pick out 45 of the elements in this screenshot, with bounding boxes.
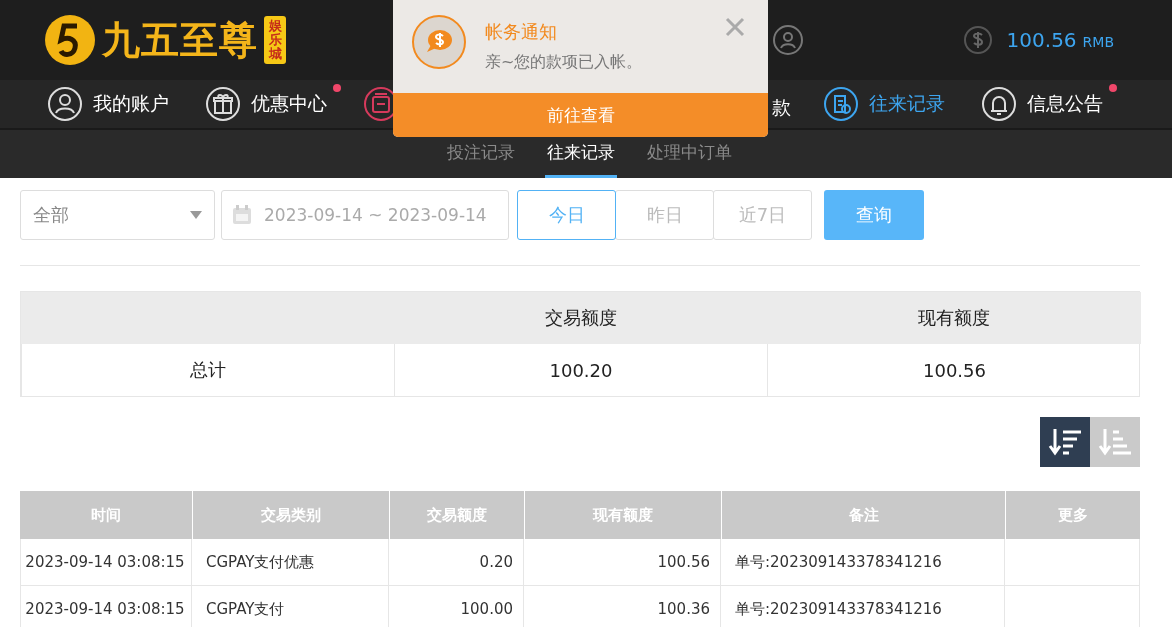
column-header: 交易额度 [394, 292, 767, 344]
table-cell: 100.56 [524, 539, 721, 586]
nav-item[interactable]: 往来记录 [823, 86, 945, 122]
user-icon [772, 25, 803, 55]
document-icon [823, 86, 859, 122]
view-button[interactable]: 前往查看 [393, 93, 768, 137]
sort-button[interactable] [1040, 417, 1090, 467]
money-message-icon [411, 14, 467, 70]
date-preset-button[interactable]: 今日 [517, 190, 616, 240]
caret-icon [190, 211, 202, 219]
table-cell: 2023-09-14 03:08:15 [20, 539, 192, 586]
logo-icon [44, 14, 96, 66]
gift-icon [205, 86, 241, 122]
table-cell: 2023-09-14 03:08:15 [20, 586, 192, 627]
table-cell: CGPAY支付 [192, 586, 389, 627]
query-button[interactable]: 查询 [824, 190, 924, 240]
logo-badge: 娱乐城 [264, 15, 286, 65]
column-header: 现有额度 [767, 292, 1141, 344]
bell-icon [981, 86, 1017, 122]
table-cell: 100.00 [389, 586, 524, 627]
table-cell: 单号:202309143378341216 [721, 539, 1005, 586]
nav-item[interactable]: 我的账户 [47, 86, 169, 122]
currency-label: RMB [1082, 34, 1114, 50]
user-icon [47, 86, 83, 122]
dollar-icon [962, 25, 993, 55]
table-cell: 100.36 [524, 586, 721, 627]
nav-item[interactable]: 信息公告 [981, 86, 1103, 122]
table-cell: 100.56 [767, 344, 1141, 396]
date-range-field[interactable]: 2023-09-14 ~ 2023-09-14 [221, 190, 509, 240]
nav-item[interactable]: 优惠中心 [205, 86, 327, 122]
balance-amount: 100.56 [1006, 28, 1077, 52]
table-cell: 单号:202309143378341216 [721, 586, 1005, 627]
table-cell: 100.20 [394, 344, 767, 396]
logo-title: 九五至尊 [102, 15, 258, 64]
table-cell: 总计 [21, 344, 394, 396]
notification-message: 亲~您的款项已入帐。 [485, 52, 643, 73]
calendar-icon [232, 205, 252, 225]
notification-title: 帐务通知 [485, 20, 558, 44]
nav-item[interactable]: 款 [772, 94, 791, 121]
sort-ascending-icon [1097, 427, 1133, 457]
table-cell: 0.20 [389, 539, 524, 586]
close-icon [724, 16, 746, 38]
type-select[interactable]: 全部 [20, 190, 215, 240]
table-cell: CGPAY支付优惠 [192, 539, 389, 586]
sort-descending-icon [1047, 427, 1083, 457]
